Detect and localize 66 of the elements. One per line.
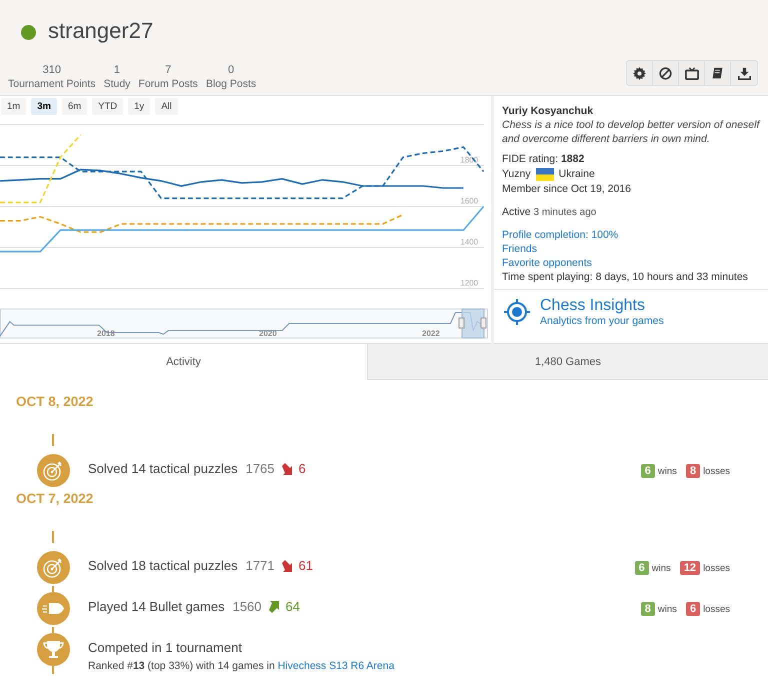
navigator-selection-handle[interactable]: [458, 308, 486, 338]
bio-quote: Chess is a nice tool to develop better version of oneself and overcome different barriers in own mind.: [502, 118, 760, 146]
city: Yuzny: [502, 167, 531, 181]
year-label: 2022: [422, 329, 440, 338]
activity-text: Competed in 1 tournament: [88, 640, 242, 655]
activity-date: OCT 8, 2022: [16, 394, 94, 411]
wins-label: wins: [652, 562, 671, 574]
activity-text: Played 14 Bullet games: [88, 599, 225, 614]
country: Ukraine: [558, 167, 595, 181]
active-label: Active: [502, 206, 531, 218]
profile-tab[interactable]: 1,480 Games: [367, 344, 768, 380]
rating-change: 6: [298, 461, 306, 476]
real-name: Yuriy Kosyanchuk: [502, 104, 594, 118]
wins-count: 6: [634, 561, 649, 575]
range-tab[interactable]: 6m: [62, 98, 88, 115]
y-axis-label: 1200: [460, 278, 478, 288]
rating-change: 61: [298, 558, 313, 573]
losses-count: 8: [686, 464, 700, 478]
profile-stat-link[interactable]: 7 Forum Posts: [138, 63, 198, 91]
profile-link[interactable]: Profile completion: 100%: [502, 228, 760, 242]
losses-label: losses: [703, 604, 730, 614]
profile-link[interactable]: Friends: [502, 242, 760, 256]
profile-stat-link[interactable]: 310 Tournament Points: [8, 63, 96, 91]
rating-value: 1771: [246, 558, 275, 573]
wins-count: 8: [640, 602, 655, 616]
profile-stat-link[interactable]: 0 Blog Posts: [206, 63, 256, 91]
username: stranger27: [48, 18, 154, 44]
tournament-result: Ranked #13 (top 33%) with 14 games in: [88, 660, 275, 672]
member-since: Member since Oct 19, 2016: [502, 182, 632, 196]
rating-change: 64: [286, 599, 300, 614]
range-tab[interactable]: All: [155, 98, 178, 115]
range-tab[interactable]: 1y: [128, 98, 150, 115]
rating-value: 1560: [232, 599, 262, 614]
book-icon: [711, 66, 724, 80]
profile-link[interactable]: Favorite opponents: [502, 256, 760, 270]
range-tab[interactable]: YTD: [92, 98, 124, 115]
tournament-link[interactable]: Hivechess S13 R6 Arena: [278, 660, 394, 672]
losses-label: losses: [703, 562, 730, 574]
losses-label: losses: [703, 466, 730, 476]
wins-count: 6: [640, 464, 655, 478]
losses-count: 6: [686, 602, 700, 616]
activity-text: Solved 14 tactical puzzles: [88, 461, 238, 476]
wins-label: wins: [658, 604, 677, 614]
wins-label: wins: [658, 466, 677, 476]
fide-label: FIDE rating:: [502, 153, 558, 165]
chess-insights-link[interactable]: Chess Insights Analytics from your games: [494, 290, 768, 333]
block-icon: [659, 66, 672, 80]
activity-date: OCT 7, 2022: [16, 491, 94, 508]
range-tab[interactable]: 3m: [31, 98, 57, 115]
target-icon: [504, 298, 530, 324]
profile-stat-link[interactable]: 1 Study: [104, 63, 130, 91]
flag-icon: [536, 168, 554, 180]
losses-count: 12: [680, 561, 700, 575]
time-played: Time spent playing: 8 days, 10 hours and 33 minutes: [502, 270, 749, 284]
last-active-time: 3 minutes ago: [534, 207, 596, 218]
year-label: 2018: [97, 329, 115, 338]
tv-icon: [684, 66, 698, 80]
download-icon: [738, 66, 750, 80]
y-axis-label: 1600: [460, 196, 478, 206]
range-tab[interactable]: 1m: [1, 98, 26, 115]
fide-rating: 1882: [560, 153, 584, 165]
y-axis-label: 1400: [460, 237, 478, 246]
activity-text: Solved 18 tactical puzzles: [88, 558, 238, 573]
rating-value: 1765: [246, 461, 275, 476]
year-label: 2020: [259, 329, 277, 338]
gear-icon: [633, 66, 646, 80]
